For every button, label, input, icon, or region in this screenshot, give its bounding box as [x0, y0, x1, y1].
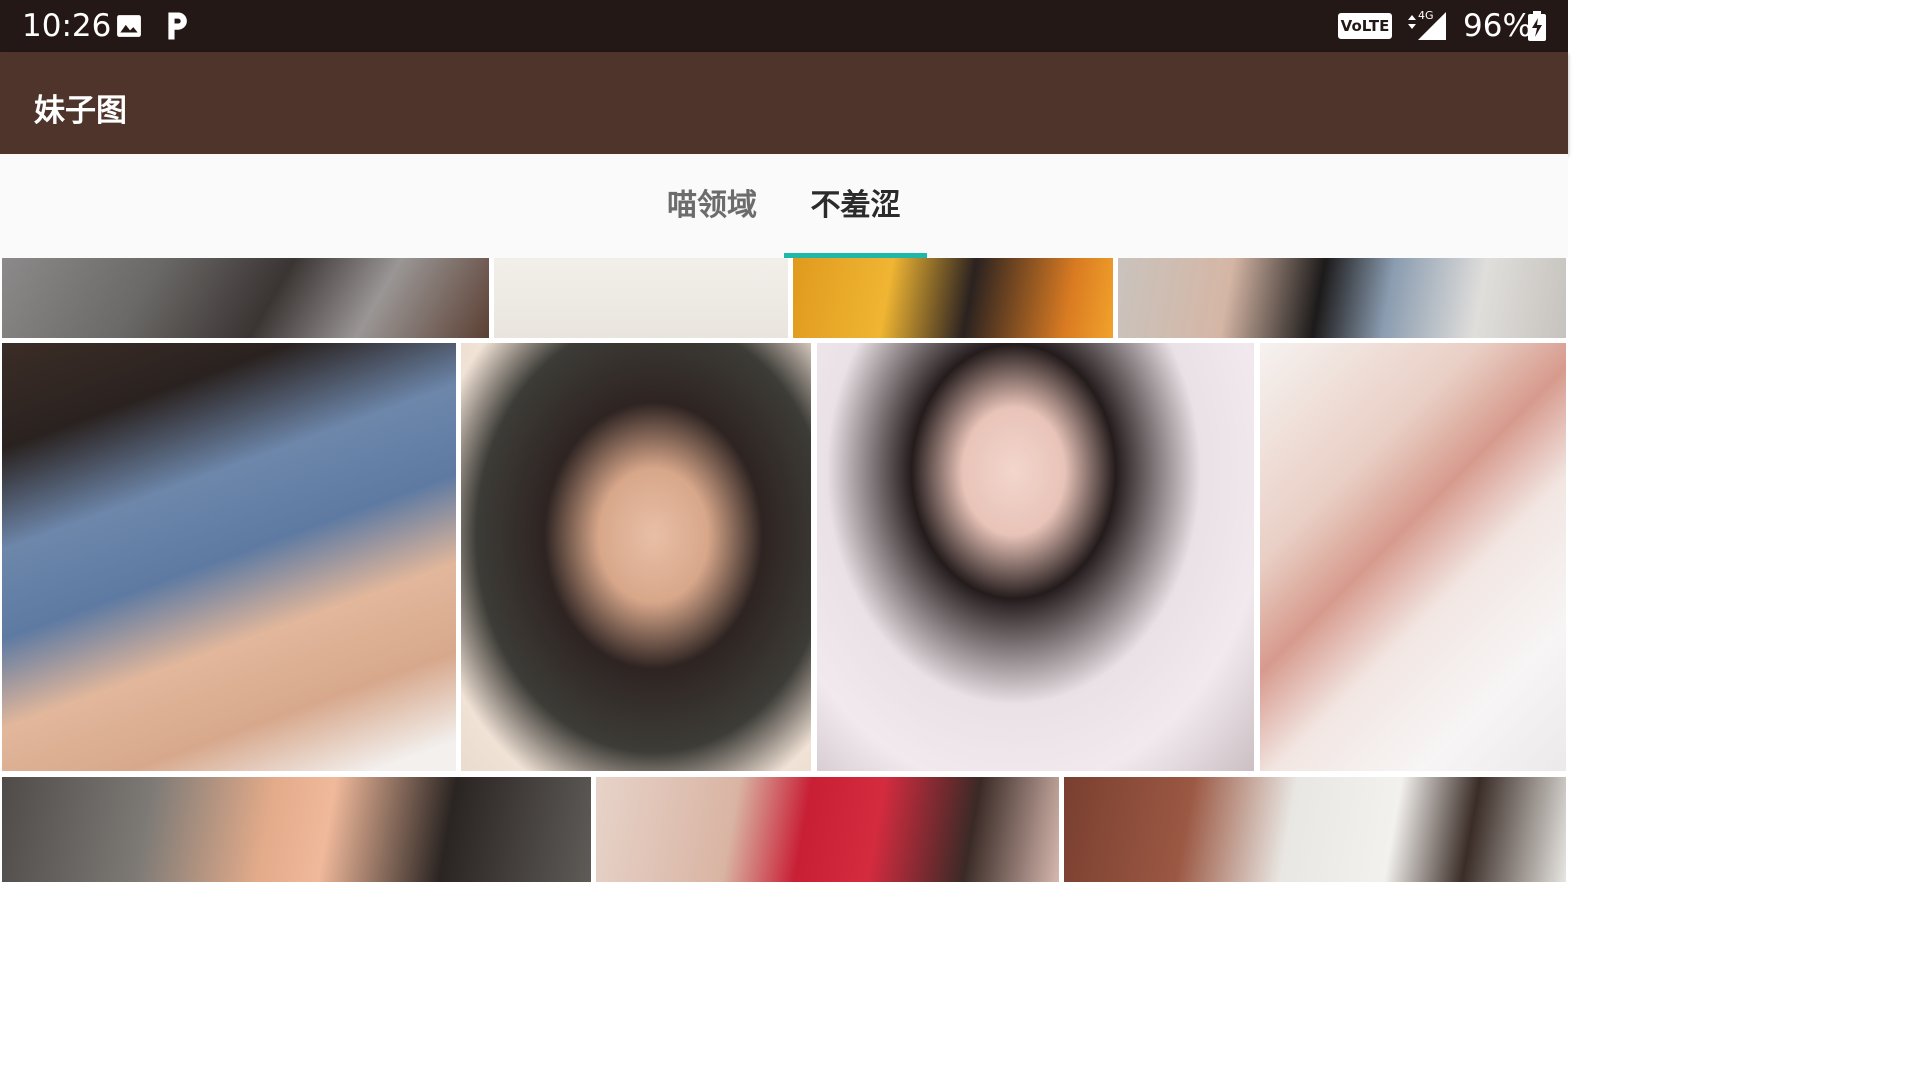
p-icon: [164, 10, 190, 46]
photo-thumbnail[interactable]: [793, 258, 1113, 338]
photo-thumbnail[interactable]: [2, 343, 456, 771]
signal-4g-icon: 4G: [1404, 8, 1450, 46]
photo-thumbnail[interactable]: [1118, 258, 1566, 338]
status-bar: 10:26 VoLTE 4G 96%: [0, 0, 1568, 52]
tab-bar: 喵领域 不羞涩: [0, 154, 1568, 258]
svg-text:4G: 4G: [1418, 9, 1434, 22]
photo-thumbnail[interactable]: [461, 343, 811, 771]
tab-miao-lingyu[interactable]: 喵领域: [640, 154, 784, 258]
photo-thumbnail[interactable]: [494, 258, 788, 338]
photo-thumbnail[interactable]: [2, 777, 591, 882]
photo-thumbnail[interactable]: [1260, 343, 1566, 771]
photo-thumbnail[interactable]: [2, 258, 489, 338]
tab-bu-xiuse[interactable]: 不羞涩: [784, 154, 927, 258]
photo-thumbnail[interactable]: [596, 777, 1059, 882]
photo-thumbnail[interactable]: [1064, 777, 1566, 882]
app-title: 妹子图: [34, 93, 127, 129]
status-time: 10:26: [22, 8, 112, 44]
photo-grid[interactable]: [0, 258, 1568, 882]
app-bar: 妹子图: [0, 52, 1568, 154]
volte-icon: VoLTE: [1338, 13, 1392, 39]
battery-percent: 96%: [1463, 8, 1532, 44]
photo-thumbnail[interactable]: [817, 343, 1254, 771]
battery-icon: [1527, 11, 1547, 45]
image-icon: [116, 13, 142, 43]
